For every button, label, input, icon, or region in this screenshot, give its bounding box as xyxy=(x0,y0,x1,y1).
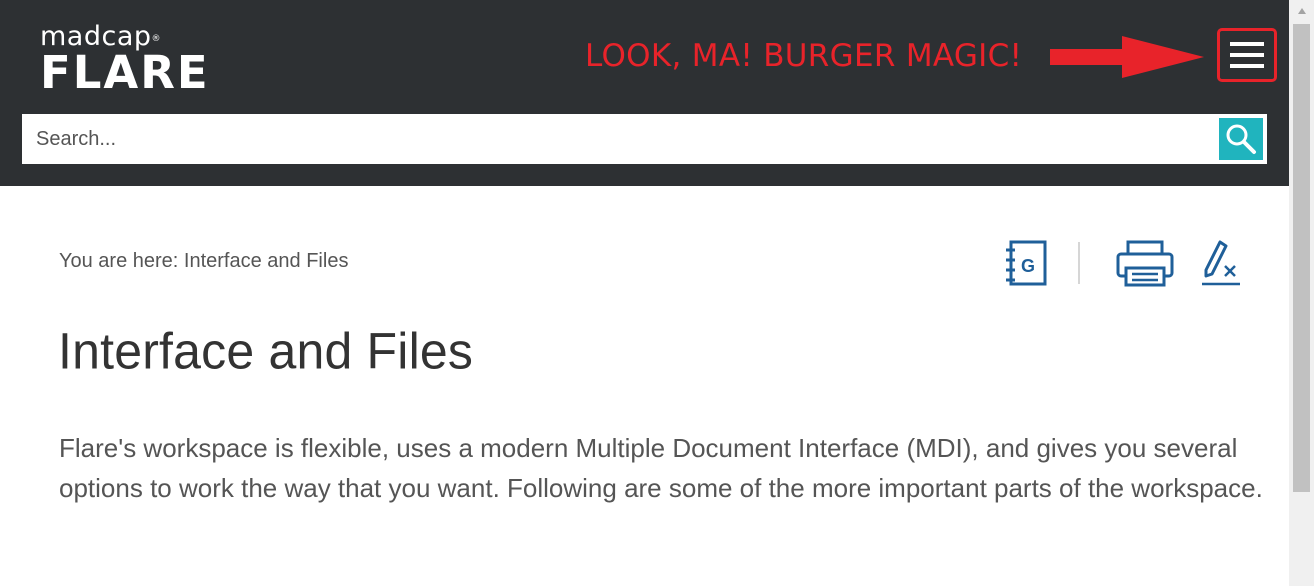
remove-highlight-icon xyxy=(1202,240,1240,286)
chevron-up-icon xyxy=(1297,8,1306,14)
toolbar-divider xyxy=(1078,242,1080,284)
page: madcap® FLARE LOOK, MA! BURGER MAGIC! Se… xyxy=(0,0,1289,586)
logo-bottom-text: FLARE xyxy=(40,46,210,99)
breadcrumb: You are here: Interface and Files xyxy=(59,250,349,272)
annotation-text: LOOK, MA! BURGER MAGIC! xyxy=(585,38,1023,74)
search-icon xyxy=(1226,124,1256,154)
remove-highlight-button[interactable] xyxy=(1198,238,1246,295)
glossary-button[interactable]: G xyxy=(1002,238,1050,295)
vertical-scrollbar[interactable] xyxy=(1289,0,1314,586)
topic-toolbar: G xyxy=(1000,238,1250,290)
search-button[interactable] xyxy=(1219,118,1263,160)
hamburger-menu-button[interactable] xyxy=(1217,28,1277,82)
red-arrow-icon xyxy=(1050,36,1204,78)
scroll-up-button[interactable] xyxy=(1289,0,1314,22)
search-bar xyxy=(22,114,1267,164)
scroll-thumb[interactable] xyxy=(1293,24,1310,492)
glossary-letter: G xyxy=(1021,256,1035,276)
madcap-flare-logo[interactable]: madcap® FLARE xyxy=(40,22,210,99)
intro-paragraph: Flare's workspace is flexible, uses a mo… xyxy=(59,433,1263,503)
registered-mark: ® xyxy=(151,34,162,44)
header: madcap® FLARE LOOK, MA! BURGER MAGIC! xyxy=(0,0,1289,186)
glossary-icon: G xyxy=(1006,240,1047,286)
print-button[interactable] xyxy=(1114,238,1176,295)
print-icon xyxy=(1116,240,1174,287)
page-title: Interface and Files xyxy=(58,322,474,380)
search-input[interactable] xyxy=(22,114,1217,164)
hamburger-icon xyxy=(1230,42,1264,68)
